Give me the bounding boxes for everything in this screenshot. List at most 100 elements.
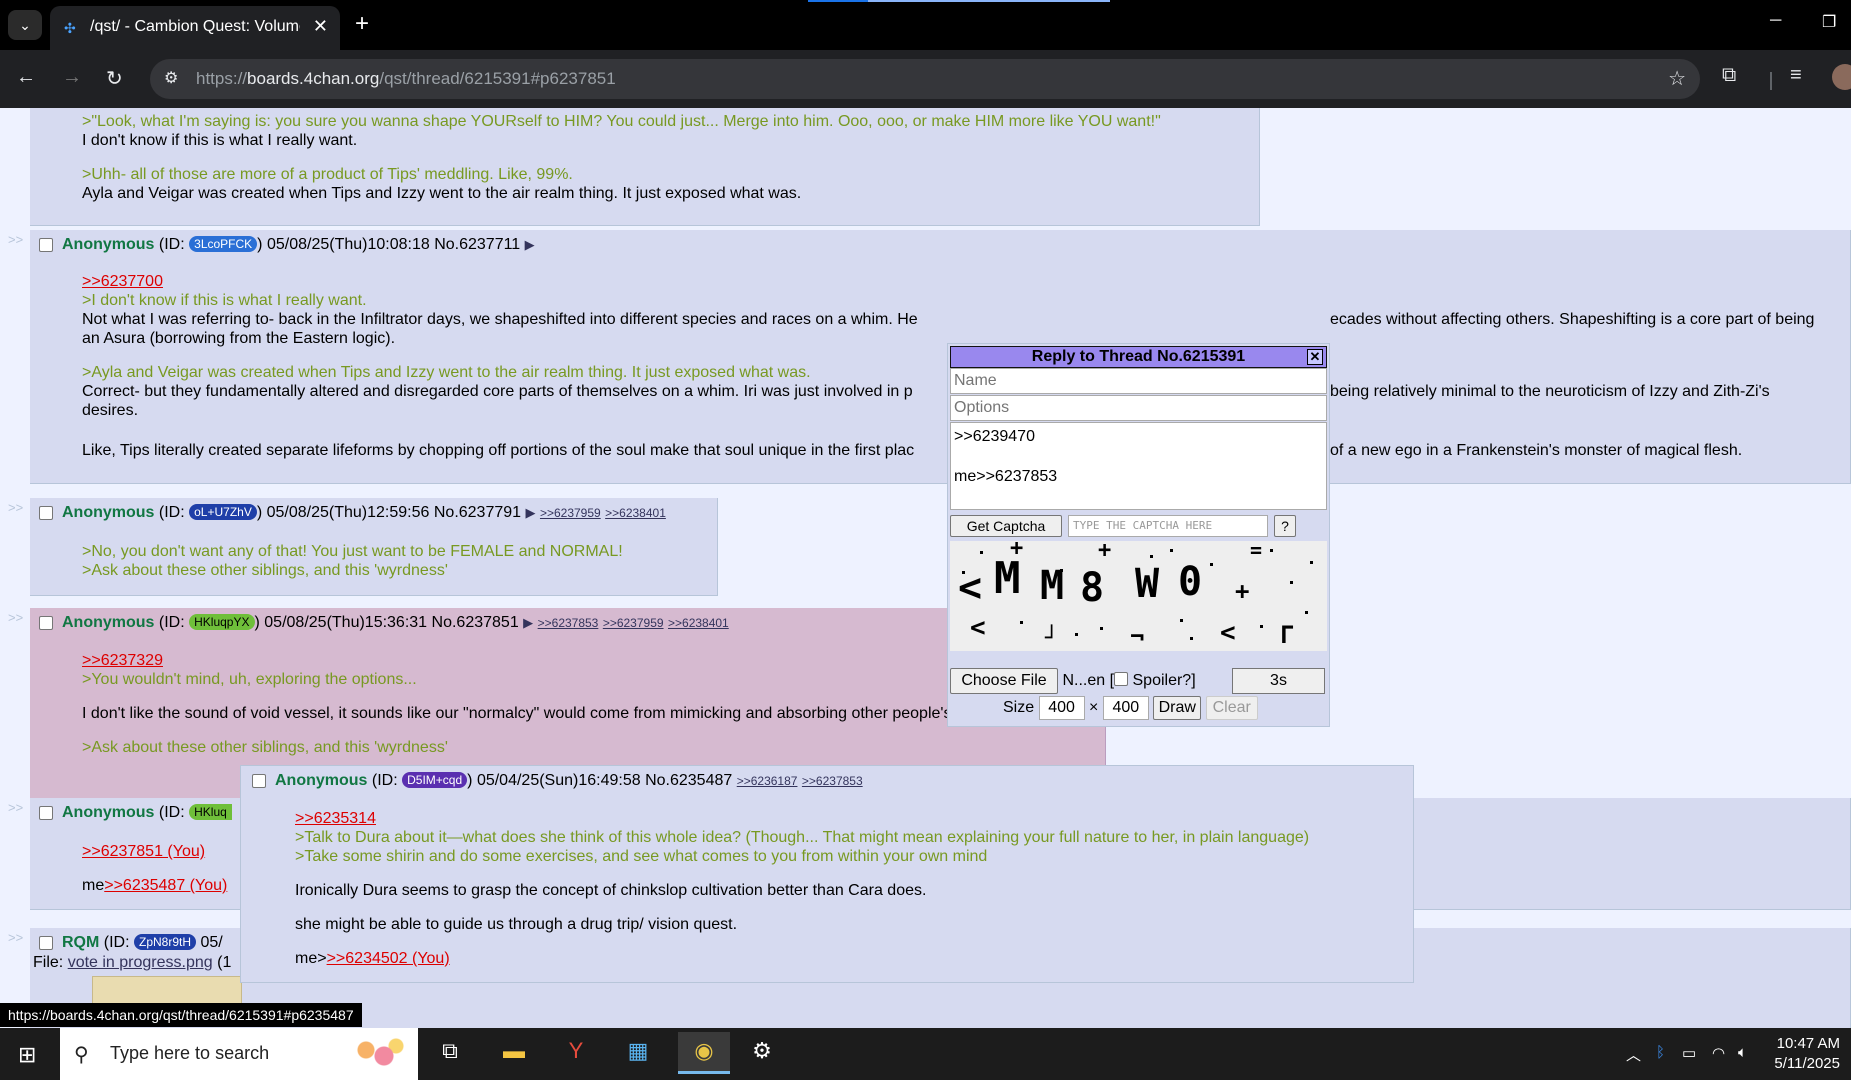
post-checkbox[interactable] [39,806,53,820]
quotelink[interactable]: >>6237851 (You) [82,843,205,861]
link-status-url: https://boards.4chan.org/qst/thread/6215… [0,1003,362,1027]
backlink[interactable]: >>6236187 [737,774,798,788]
clear-button[interactable]: Clear [1205,696,1258,720]
reload-icon[interactable]: ↻ [106,66,123,91]
post-datetime: 05/08/25(Thu)10:08:18 [266,236,430,253]
post-number[interactable]: No.6237711 [434,236,520,253]
backlink[interactable]: >>6238401 [668,616,729,630]
choose-file-button[interactable]: Choose File [950,668,1058,694]
post-menu-icon[interactable]: ▶ [525,237,535,252]
extensions-icon[interactable]: ⧉ [1722,64,1736,87]
system-clock[interactable]: 10:47 AM 5/11/2025 [1770,1034,1840,1074]
search-icon: ⚲ [74,1044,89,1066]
close-tab-icon[interactable]: ✕ [313,16,328,37]
post-number[interactable]: No.6237791 [434,504,521,521]
post-info: Anonymous (ID: oL+U7ZhV) 05/08/25(Thu)12… [62,504,666,521]
poster-id[interactable]: HKluq [189,804,232,820]
poster-name: Anonymous [62,804,155,821]
battery-icon[interactable]: ▭ [1682,1044,1696,1062]
restore-icon[interactable]: ❐ [1822,12,1836,32]
poster-id[interactable]: D5IM+cqd [402,772,468,788]
options-input[interactable] [950,395,1327,421]
comment-blank-line [954,447,1323,467]
id-prefix: (ID: [103,934,130,951]
post-datetime: 05/08/25(Thu)12:59:56 [266,504,430,521]
backlink[interactable]: >>6237853 [802,774,863,788]
chrome-icon[interactable]: ◉ [678,1032,730,1074]
quotelink[interactable]: >>6234502 (You) [327,950,450,967]
wifi-icon[interactable]: ◠ [1712,1044,1725,1062]
volume-icon[interactable]: 🔈︎ [1738,1044,1747,1061]
post-text-line: me>>>6234502 (You) [295,950,450,967]
backlink[interactable]: >>6237853 [538,616,599,630]
site-info-icon[interactable]: ⚙ [164,68,178,88]
tab-search-chevron-icon[interactable]: ⌄ [8,10,42,40]
address-bar[interactable]: ⚙ https://boards.4chan.org/qst/thread/62… [150,59,1700,99]
media-controls-icon[interactable]: ≡ [1790,64,1802,87]
windows-start-icon[interactable]: ⊞ [18,1042,36,1068]
post-number[interactable]: No.6237851 [432,614,519,631]
file-explorer-icon[interactable]: ▬ [494,1038,534,1070]
captcha-help-button[interactable]: ? [1274,515,1296,537]
quotelink[interactable]: >>6237700 [82,273,163,291]
quick-reply-header[interactable]: Reply to Thread No.6215391 ✕ [950,346,1327,368]
name-input[interactable] [950,368,1327,394]
url-text[interactable]: https://boards.4chan.org/qst/thread/6215… [196,69,616,89]
height-input[interactable]: 400 [1102,696,1149,720]
spoiler-checkbox[interactable] [1114,672,1129,686]
get-captcha-button[interactable]: Get Captcha [950,515,1062,537]
captcha-input[interactable]: TYPE THE CAPTCHA HERE [1068,515,1268,537]
size-label: Size [1003,699,1035,716]
post-text-line: me>>6235487 (You) [82,877,228,894]
browser-tab[interactable]: ✣ /qst/ - Cambion Quest: Volume ✕ [50,6,340,50]
reply-arrow: >> [8,800,24,815]
settings-gear-icon[interactable]: ⚙ [742,1038,782,1070]
poster-id[interactable]: oL+U7ZhV [189,504,257,520]
toolbar-divider [1770,72,1772,90]
comment-textarea[interactable]: >>6239470 me>>6237853 [950,422,1327,510]
backlink[interactable]: >>6237959 [540,506,601,520]
post-checkbox[interactable] [39,506,53,520]
quotelink[interactable]: >>6235314 [295,810,376,828]
poster-id[interactable]: ZpN8r9tH [134,934,197,950]
file-thumbnail[interactable] [92,976,242,1006]
yandex-browser-icon[interactable]: Y [556,1038,596,1070]
backlink[interactable]: >>6237959 [603,616,664,630]
width-input[interactable]: 400 [1038,696,1085,720]
forward-icon[interactable]: → [62,66,82,89]
post-number[interactable]: No.6235487 [645,772,732,789]
clock-time: 10:47 AM [1776,1035,1840,1052]
microsoft-store-icon[interactable]: ▦ [618,1038,658,1070]
poster-id[interactable]: HKluqpYX [189,614,255,630]
bluetooth-icon[interactable]: ᛒ [1656,1044,1665,1061]
profile-avatar[interactable] [1832,64,1851,90]
minimize-icon[interactable]: ─ [1770,12,1781,30]
id-prefix: (ID: [158,804,185,821]
quotelink[interactable]: >>6237329 [82,652,163,670]
post-checkbox[interactable] [39,936,53,950]
poster-id[interactable]: 3LcoPFCK [189,236,258,252]
post-menu-icon[interactable]: ▶ [526,505,536,520]
bookmark-star-icon[interactable]: ☆ [1668,66,1686,91]
close-icon[interactable]: ✕ [1307,349,1323,365]
quick-reply-dialog: Reply to Thread No.6215391 ✕ >>6239470 m… [947,343,1330,727]
post-preview-6235487: Anonymous (ID: D5IM+cqd) 05/04/25(Sun)16… [240,765,1414,983]
submit-cooldown-button[interactable]: 3s [1232,668,1325,694]
post-checkbox[interactable] [39,616,53,630]
post-menu-icon[interactable]: ▶ [523,615,533,630]
svg-text:<: < [958,565,982,611]
taskbar-search-box[interactable]: ⚲ Type here to search [60,1028,418,1080]
loading-indicator-progress [808,0,868,2]
post-checkbox[interactable] [252,774,266,788]
backlink[interactable]: >>6238401 [605,506,666,520]
draw-button[interactable]: Draw [1153,696,1202,720]
new-tab-icon[interactable]: + [355,10,369,38]
post-text-line: being relatively minimal to the neurotic… [1330,383,1770,400]
show-hidden-icons-chevron-icon[interactable]: ︿ [1626,1044,1641,1065]
task-view-icon[interactable]: ⧉ [430,1038,470,1070]
file-link[interactable]: vote in progress.png [68,954,213,971]
post-text-line: she might be able to guide us through a … [295,916,738,933]
post-checkbox[interactable] [39,238,53,252]
back-icon[interactable]: ← [16,66,36,89]
quotelink[interactable]: >>6235487 (You) [104,877,227,894]
